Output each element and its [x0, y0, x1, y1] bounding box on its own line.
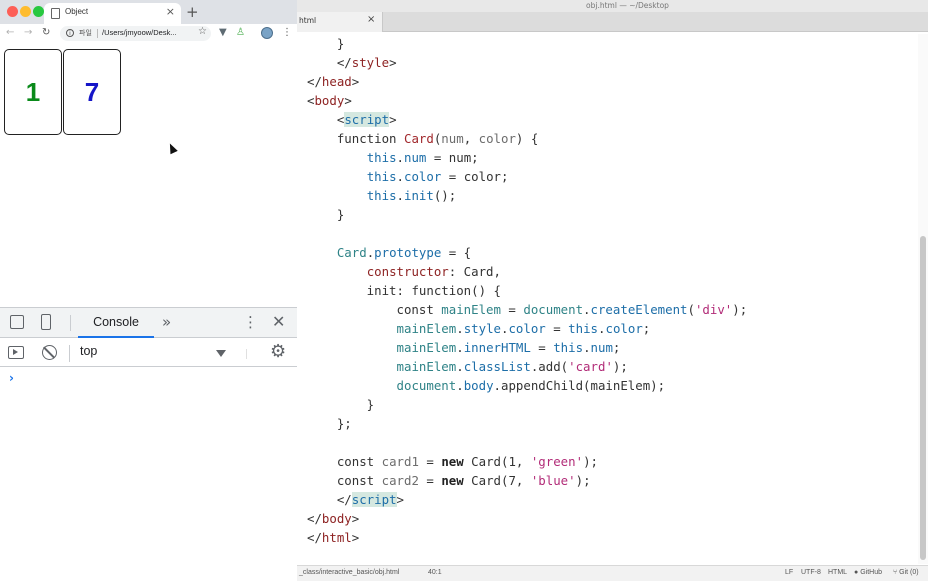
status-github[interactable]: ● GitHub — [854, 569, 882, 576]
code-line: }; — [307, 416, 352, 431]
devtools-panel: Console » ⋮ ✕ top ⚙ › — [0, 307, 297, 581]
extension-icon[interactable]: ♙ — [236, 26, 245, 40]
devtools-menu-icon[interactable]: ⋮ — [243, 313, 258, 331]
gear-icon[interactable]: ⚙ — [270, 342, 286, 362]
code-line: mainElem.style.color = this.color; — [396, 321, 651, 336]
tab-console[interactable]: Console — [78, 308, 154, 338]
address-url[interactable]: /Users/jmyoow/Desk... — [102, 28, 177, 37]
maximize-window-button[interactable] — [33, 6, 44, 17]
code-line: this.init(); — [366, 188, 457, 203]
status-git[interactable]: ⑂ Git (0) — [893, 569, 919, 576]
code-line: const card2 = new Card(7, 'blue'); — [307, 473, 591, 488]
status-file-path[interactable]: _class/interactive_basic/obj.html — [299, 569, 399, 576]
reload-icon[interactable]: ↻ — [42, 26, 50, 40]
device-toolbar-icon[interactable] — [41, 314, 51, 330]
page-icon — [51, 8, 60, 19]
devtools-toolbar: Console » ⋮ ✕ — [0, 308, 297, 338]
card: 1 — [4, 49, 62, 135]
browser-tab-object[interactable]: Object × — [44, 3, 181, 24]
code-line: } — [307, 207, 345, 222]
browser-window: Object × + ← → ↻ i 파일 /Users/jmyoow/Desk… — [0, 0, 297, 581]
devtools-close-icon[interactable]: ✕ — [272, 312, 285, 331]
code-line: </style> — [307, 55, 397, 70]
code-line: init: function() { — [307, 283, 501, 298]
status-cursor-position[interactable]: 40:1 — [428, 569, 442, 576]
tab-close-icon[interactable]: × — [166, 5, 175, 19]
code-line: <body> — [307, 93, 352, 108]
address-separator — [97, 29, 98, 38]
vue-devtools-icon[interactable]: ▼ — [219, 26, 227, 40]
browser-menu-icon[interactable]: ⋮ — [282, 26, 292, 40]
code-line: this.num = num; — [366, 150, 479, 165]
console-toolbar: top ⚙ — [0, 339, 297, 367]
status-line-ending[interactable]: LF — [785, 569, 793, 576]
chevron-down-icon[interactable] — [216, 350, 226, 357]
editor-window-title: obj.html — ~/Desktop — [297, 0, 928, 12]
new-tab-button[interactable]: + — [186, 2, 199, 22]
address-bar[interactable]: i 파일 /Users/jmyoow/Desk... ☆ — [60, 26, 211, 41]
screen: Object × + ← → ↻ i 파일 /Users/jmyoow/Desk… — [0, 0, 928, 581]
address-scheme: 파일 — [79, 29, 92, 37]
code-line: const card1 = new Card(1, 'green'); — [307, 454, 598, 469]
bookmark-star-icon[interactable]: ☆ — [198, 26, 207, 37]
editor-scrollbar-thumb[interactable] — [920, 236, 926, 560]
profile-avatar[interactable] — [261, 27, 273, 39]
git-branch-icon: ⑂ — [893, 569, 898, 576]
toolbar-divider — [246, 349, 247, 359]
context-selector[interactable]: top — [80, 344, 97, 358]
browser-tabstrip: Object × + — [0, 0, 297, 24]
github-icon: ● — [854, 569, 859, 576]
editor-tabbar: html × — [297, 12, 928, 32]
inspect-element-icon[interactable] — [10, 315, 24, 329]
browser-tab-title: Object — [65, 7, 89, 16]
code-line: </head> — [307, 74, 360, 89]
minimize-window-button[interactable] — [20, 6, 31, 17]
code-line: document.body.appendChild(mainElem); — [396, 378, 666, 393]
mouse-cursor-icon — [166, 141, 178, 155]
page-viewport: 1 7 — [0, 43, 297, 307]
code-line: <script> — [307, 112, 397, 127]
clear-console-icon[interactable] — [42, 345, 57, 360]
close-window-button[interactable] — [7, 6, 18, 17]
browser-toolbar: ← → ↻ i 파일 /Users/jmyoow/Desk... ☆ ▼ ♙ ⋮ — [0, 24, 297, 43]
code-line: } — [307, 36, 345, 51]
code-line: constructor: Card, — [366, 264, 501, 279]
status-encoding[interactable]: UTF-8 — [801, 569, 821, 576]
editor-statusbar: _class/interactive_basic/obj.html 40:1 L… — [297, 565, 928, 581]
code-area[interactable]: } </style> </head> <body> <script> funct… — [297, 34, 917, 564]
code-line: </body> — [307, 511, 360, 526]
code-line: </html> — [307, 530, 360, 545]
console-sidebar-icon[interactable] — [8, 346, 24, 359]
back-arrow-icon[interactable]: ← — [6, 26, 14, 40]
close-icon[interactable]: × — [367, 14, 375, 25]
forward-arrow-icon[interactable]: → — [24, 26, 32, 40]
code-line: Card.prototype = { — [336, 245, 472, 260]
code-line: } — [307, 397, 375, 412]
more-tabs-icon[interactable]: » — [162, 313, 171, 331]
code-line: this.color = color; — [366, 169, 509, 184]
code-line: mainElem.classList.add('card'); — [396, 359, 628, 374]
editor-tab-name: html — [299, 16, 317, 25]
editor-tab[interactable]: html × — [297, 12, 383, 32]
code-line: function Card(num, color) { — [307, 131, 539, 146]
code-line: </script> — [307, 492, 404, 507]
code-line: const mainElem = document.createElement(… — [307, 302, 748, 317]
toolbar-divider — [69, 345, 70, 362]
toolbar-divider — [70, 315, 71, 331]
code-editor: obj.html — ~/Desktop html × } </style> <… — [297, 0, 928, 581]
info-icon[interactable]: i — [66, 29, 74, 37]
code-line: mainElem.innerHTML = this.num; — [396, 340, 621, 355]
card: 7 — [63, 49, 121, 135]
console-prompt[interactable]: › — [9, 371, 14, 385]
status-grammar[interactable]: HTML — [828, 569, 847, 576]
